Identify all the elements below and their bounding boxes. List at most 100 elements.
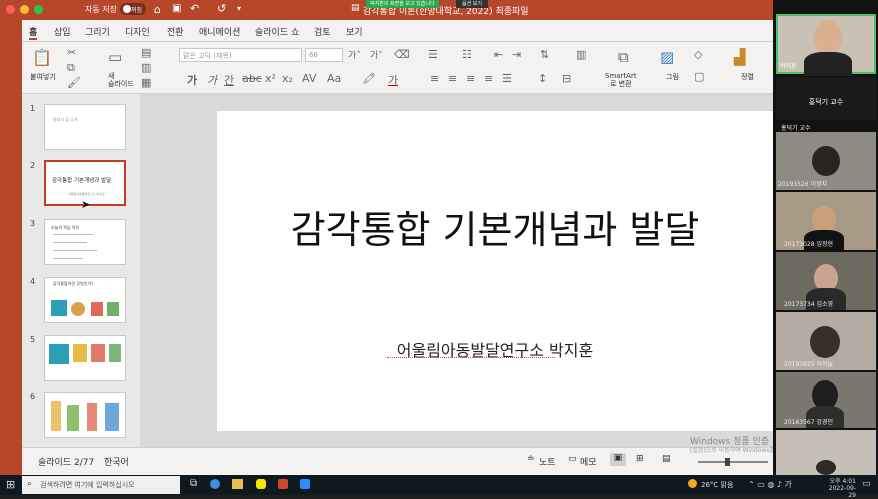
participant-tile[interactable] <box>776 430 876 475</box>
reset-icon[interactable]: ▥ <box>141 61 151 74</box>
normal-view-icon[interactable]: ▣ <box>610 453 626 466</box>
shrink-font-icon[interactable]: 가˅ <box>370 48 383 61</box>
participant-tile[interactable]: 20173028 임정현 <box>776 192 876 250</box>
italic-icon[interactable]: 가 <box>207 72 217 88</box>
strikethrough-icon[interactable]: abc <box>242 72 262 85</box>
change-case-icon[interactable]: Aa <box>327 72 341 85</box>
justify-icon[interactable]: ≡ <box>484 72 493 85</box>
arrange-label[interactable]: 정렬 <box>741 72 754 82</box>
comments-button[interactable]: 메모 <box>580 455 597 468</box>
tab-insert[interactable]: 삽입 <box>54 25 71 38</box>
font-color-icon[interactable]: 가 <box>388 72 398 88</box>
numbering-icon[interactable]: ☷ <box>462 48 472 61</box>
minimize-window-icon[interactable] <box>20 5 29 14</box>
reading-view-icon[interactable]: ▤ <box>662 454 671 464</box>
new-slide-label[interactable]: 새 슬라이드 <box>108 72 134 88</box>
clock-time[interactable]: 오후 4:01 <box>822 476 856 485</box>
superscript-icon[interactable]: x² <box>265 72 276 85</box>
tab-design[interactable]: 디자인 <box>125 25 150 38</box>
grow-font-icon[interactable]: 가˄ <box>348 48 361 61</box>
kakaotalk-icon[interactable] <box>256 479 266 489</box>
textbox-icon[interactable]: ▢ <box>694 70 704 83</box>
subscript-icon[interactable]: x₂ <box>282 72 293 85</box>
tab-slideshow[interactable]: 슬라이드 쇼 <box>255 25 299 38</box>
notes-button[interactable]: 노트 <box>539 455 556 468</box>
picture-label[interactable]: 그림 <box>666 72 679 82</box>
tray-icons[interactable]: ⌃ ▭ ◍ ♪ 가 <box>748 479 792 490</box>
redo-icon[interactable]: ↺ <box>217 2 226 15</box>
participant-tile[interactable]: 홍덕기 교수 <box>776 77 876 120</box>
tab-transitions[interactable]: 전환 <box>167 25 184 38</box>
tab-view[interactable]: 보기 <box>346 25 363 38</box>
participant-tile[interactable]: 20193526 이정지 <box>776 132 876 190</box>
tab-home[interactable]: 홈 <box>29 25 38 40</box>
line-spacing-icon[interactable]: ↕ <box>538 72 547 85</box>
format-painter-icon[interactable]: 🖌 <box>67 76 81 89</box>
decrease-indent-icon[interactable]: ⇤ <box>494 48 503 61</box>
weather-text[interactable]: 26°C 맑음 <box>701 480 733 490</box>
smartart-icon[interactable]: ⧉ <box>618 48 629 66</box>
current-slide[interactable]: 감각통합 기본개념과 발달 어울림아동발달연구소 박지훈 <box>217 111 773 431</box>
slide-thumbnail-5[interactable] <box>44 335 126 381</box>
paste-label[interactable]: 붙여넣기 <box>30 72 56 82</box>
zoom-slider[interactable] <box>698 461 768 463</box>
taskbar-search-input[interactable]: 검색하려면 여기에 입력하십시오 <box>22 476 180 494</box>
notification-icon[interactable]: ▭ <box>862 479 871 489</box>
slide-title[interactable]: 감각통합 기본개념과 발달 <box>217 199 773 254</box>
arrange-icon[interactable]: ▟ <box>734 48 746 66</box>
new-slide-icon[interactable]: ▭ <box>108 48 122 66</box>
chrome-icon[interactable] <box>210 479 220 489</box>
customize-toolbar-icon[interactable]: ▾ <box>237 4 241 13</box>
cut-icon[interactable]: ✂ <box>67 46 76 59</box>
zoom-taskbar-icon[interactable] <box>300 479 310 489</box>
copy-icon[interactable]: ⧉ <box>67 61 75 75</box>
slide-thumbnail-6[interactable] <box>44 392 126 438</box>
maximize-window-icon[interactable] <box>34 5 43 14</box>
align-right-icon[interactable]: ≡ <box>466 72 475 85</box>
picture-icon[interactable]: ▨ <box>660 48 674 66</box>
powerpoint-taskbar-icon[interactable] <box>278 479 288 489</box>
shapes-icon[interactable]: ◇ <box>694 48 702 61</box>
clock-date[interactable]: 2022-09-29 <box>822 485 856 499</box>
columns-icon[interactable]: ▥ <box>576 48 586 61</box>
clear-format-icon[interactable]: ⌫ <box>394 48 410 61</box>
participant-tile[interactable]: 20173734 김소영 <box>776 252 876 310</box>
zoom-slider-thumb[interactable] <box>725 458 730 466</box>
close-window-icon[interactable] <box>6 5 15 14</box>
paste-icon[interactable]: 📋 <box>32 48 52 67</box>
layout-icon[interactable]: ▤ <box>141 46 151 59</box>
save-icon[interactable]: ▣ <box>172 3 181 14</box>
undo-icon[interactable]: ↶ <box>190 2 199 15</box>
highlight-icon[interactable]: 🖍 <box>362 72 376 85</box>
align-center-icon[interactable]: ≡ <box>448 72 457 85</box>
tab-draw[interactable]: 그리기 <box>85 25 110 38</box>
bold-icon[interactable]: 가 <box>187 72 197 88</box>
underline-icon[interactable]: 간 <box>224 72 234 88</box>
language-indicator[interactable]: 한국어 <box>104 455 129 468</box>
align-left-icon[interactable]: ≡ <box>430 72 439 85</box>
slide-thumbnail-4[interactable]: 감각통합이란 무엇인가? <box>44 277 126 323</box>
tab-animations[interactable]: 애니메이션 <box>199 25 240 38</box>
participant-tile-active[interactable]: 박지훈 <box>776 14 876 76</box>
align-text-icon[interactable]: ⊟ <box>562 72 571 85</box>
section-icon[interactable]: ▦ <box>141 76 151 89</box>
increase-indent-icon[interactable]: ⇥ <box>512 48 521 61</box>
char-spacing-icon[interactable]: AV <box>302 72 316 85</box>
font-size-select[interactable]: 66 <box>305 48 343 62</box>
smartart-label[interactable]: SmartArt 로 변환 <box>605 72 637 88</box>
participant-tile[interactable]: 20163567 강경민 <box>776 372 876 428</box>
task-view-icon[interactable]: ⧉ <box>190 478 197 489</box>
home-icon[interactable]: ⌂ <box>154 3 161 16</box>
view-options-button[interactable]: 옵션 보기 <box>456 0 488 8</box>
bullets-icon[interactable]: ☰ <box>428 48 438 61</box>
tab-review[interactable]: 검토 <box>314 25 331 38</box>
windows-start-icon[interactable]: ⊞ <box>6 478 15 491</box>
slide-sorter-icon[interactable]: ⊞ <box>636 454 644 464</box>
font-name-select[interactable]: 맑은 고딕 (제목) <box>179 48 302 62</box>
slide-thumbnail-1[interactable]: 발표자 및 소개 <box>44 104 126 150</box>
notes-icon[interactable]: ≐ <box>527 454 535 464</box>
slide-thumbnail-3[interactable]: 오늘의 학습 목차 <box>44 219 126 265</box>
participant-tile[interactable]: 20193825 이하늘 <box>776 312 876 370</box>
text-direction-icon[interactable]: ⇅ <box>540 48 549 61</box>
comments-icon[interactable]: ▭ <box>568 454 577 464</box>
